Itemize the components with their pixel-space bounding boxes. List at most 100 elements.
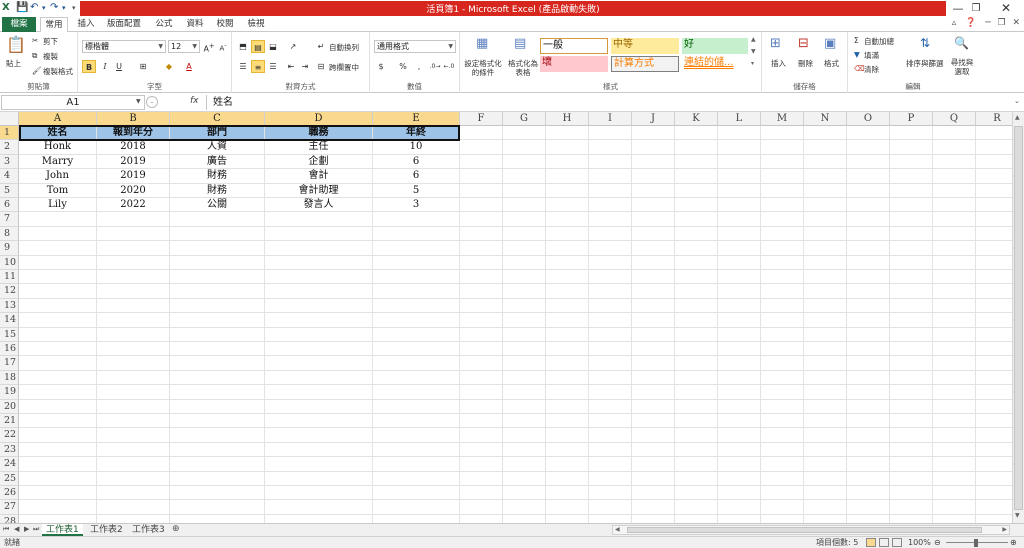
table-cell[interactable]: 廣告 <box>170 155 264 169</box>
formula-input[interactable]: 姓名 <box>206 95 1012 110</box>
underline-button[interactable]: U <box>112 60 126 73</box>
tab-page-layout[interactable]: 版面配置 <box>104 17 144 32</box>
column-header-p[interactable]: P <box>890 112 933 126</box>
autosum-button[interactable]: 自動加總 <box>864 36 894 47</box>
font-name-select[interactable]: 標楷體 ▼ <box>82 40 166 53</box>
find-select-button[interactable]: 尋找與選取 <box>949 58 975 76</box>
table-cell[interactable]: 2020 <box>97 184 169 198</box>
save-icon[interactable]: 💾 <box>16 2 28 14</box>
fill-icon[interactable]: ▼ <box>854 50 860 59</box>
table-cell[interactable]: 5 <box>373 184 459 198</box>
sheet-tab-3[interactable]: 工作表3 <box>128 524 169 536</box>
restore-workbook-icon[interactable]: ❐ <box>998 18 1006 28</box>
format-cells-button[interactable]: 格式 <box>824 58 839 69</box>
wrap-text-button[interactable]: 自動換列 <box>329 42 359 53</box>
increase-decimal-icon[interactable]: .0→ <box>428 60 442 73</box>
table-cell[interactable]: 企劃 <box>265 155 372 169</box>
zoom-slider-thumb[interactable] <box>974 539 978 547</box>
fill-color-icon[interactable]: ◆ <box>162 60 176 73</box>
table-cell[interactable]: 發言人 <box>265 198 372 212</box>
delete-cells-button[interactable]: 刪除 <box>798 58 813 69</box>
paste-button[interactable]: 貼上 <box>6 58 21 69</box>
close-workbook-icon[interactable]: ✕ <box>1012 18 1020 28</box>
tab-review[interactable]: 校閱 <box>211 17 239 32</box>
copy-button[interactable]: 複製 <box>43 51 58 62</box>
table-cell[interactable]: 主任 <box>265 140 372 154</box>
column-header-f[interactable]: F <box>460 112 503 126</box>
row-header-7[interactable]: 7 <box>0 212 19 227</box>
style-normal[interactable]: 一般 <box>540 38 608 54</box>
redo-icon[interactable]: ↷ <box>50 2 58 14</box>
undo-icon[interactable]: ↶ <box>30 2 38 14</box>
column-header-h[interactable]: H <box>546 112 589 126</box>
row-header-3[interactable]: 3 <box>0 154 19 170</box>
row-header-5[interactable]: 5 <box>0 183 19 198</box>
row-header-19[interactable]: 19 <box>0 385 19 400</box>
insert-function-toggle-icon[interactable]: – <box>146 96 158 108</box>
table-cell[interactable]: John <box>19 169 96 183</box>
row-header-2[interactable]: 2 <box>0 140 19 155</box>
format-cells-icon[interactable]: ▣ <box>824 36 836 51</box>
prev-sheet-icon[interactable]: ◀ <box>14 525 19 533</box>
italic-button[interactable]: I <box>98 60 112 73</box>
horizontal-scrollbar[interactable]: ◀ ▶ <box>612 525 1010 535</box>
styles-more-icon[interactable]: ▾ <box>751 60 754 67</box>
table-cell[interactable]: 會計助理 <box>265 184 372 198</box>
page-break-view-icon[interactable] <box>892 538 902 547</box>
column-header-b[interactable]: B <box>97 112 170 126</box>
format-painter-button[interactable]: 複製格式 <box>43 66 73 77</box>
merge-center-icon[interactable]: ⊟ <box>314 60 328 73</box>
column-header-m[interactable]: M <box>761 112 804 126</box>
column-header-k[interactable]: K <box>675 112 718 126</box>
scroll-up-icon[interactable]: ▲ <box>1015 114 1020 121</box>
row-header-15[interactable]: 15 <box>0 327 19 342</box>
expand-formula-bar-icon[interactable]: ⌄ <box>1014 97 1020 105</box>
page-layout-view-icon[interactable] <box>879 538 889 547</box>
bold-button[interactable]: B <box>82 60 96 73</box>
vertical-scroll-thumb[interactable] <box>1014 126 1023 510</box>
name-box[interactable]: A1 <box>1 95 145 110</box>
align-top-icon[interactable]: ⬒ <box>236 40 250 53</box>
conditional-formatting-button[interactable]: 設定格式化的條件 <box>462 59 504 77</box>
comma-button[interactable]: , <box>412 60 426 73</box>
cut-button[interactable]: 剪下 <box>43 36 58 47</box>
paste-icon[interactable]: 📋 <box>6 35 26 54</box>
currency-button[interactable]: $ <box>374 60 388 73</box>
table-cell[interactable]: 6 <box>373 169 459 183</box>
conditional-formatting-icon[interactable]: ▦ <box>476 36 488 51</box>
row-header-6[interactable]: 6 <box>0 198 19 213</box>
vertical-scrollbar[interactable]: ▲ ▼ <box>1012 112 1024 523</box>
table-cell[interactable]: 會計 <box>265 169 372 183</box>
font-color-icon[interactable]: A <box>182 60 196 73</box>
row-header-26[interactable]: 26 <box>0 486 19 501</box>
zoom-in-icon[interactable]: ⊕ <box>1010 537 1017 548</box>
table-cell[interactable]: 3 <box>373 198 459 212</box>
row-header-12[interactable]: 12 <box>0 284 19 299</box>
last-sheet-icon[interactable]: ⏭ <box>33 525 39 534</box>
percent-button[interactable]: % <box>396 60 410 73</box>
tab-file[interactable]: 檔案 <box>2 17 36 32</box>
name-box-dropdown-icon[interactable]: ▼ <box>136 98 141 105</box>
table-cell[interactable]: 2018 <box>97 140 169 154</box>
customize-quick-access-icon[interactable]: ▾ <box>72 2 76 14</box>
decrease-font-icon[interactable]: A- <box>216 40 230 53</box>
style-linked-cell[interactable]: 連結的儲... <box>682 56 748 72</box>
column-header-r[interactable]: R <box>976 112 1012 126</box>
column-header-q[interactable]: Q <box>933 112 976 126</box>
sort-filter-button[interactable]: 排序與篩選 <box>906 58 944 69</box>
insert-cells-button[interactable]: 插入 <box>771 58 786 69</box>
column-header-j[interactable]: J <box>632 112 675 126</box>
row-header-28[interactable]: 28 <box>0 514 19 523</box>
close-icon[interactable]: ✕ <box>996 1 1016 16</box>
merge-center-button[interactable]: 跨欄置中 <box>329 62 359 73</box>
new-sheet-icon[interactable]: ⊕ <box>172 524 180 534</box>
insert-cells-icon[interactable]: ⊞ <box>770 36 781 51</box>
row-header-14[interactable]: 14 <box>0 313 19 328</box>
increase-font-icon[interactable]: A+ <box>202 40 216 54</box>
table-cell[interactable]: 6 <box>373 155 459 169</box>
first-sheet-icon[interactable]: ⏮ <box>3 525 9 534</box>
row-header-8[interactable]: 8 <box>0 226 19 242</box>
orientation-icon[interactable]: ↗ <box>286 40 300 53</box>
row-header-1[interactable]: 1 <box>0 126 19 141</box>
tab-insert[interactable]: 插入 <box>72 17 100 32</box>
